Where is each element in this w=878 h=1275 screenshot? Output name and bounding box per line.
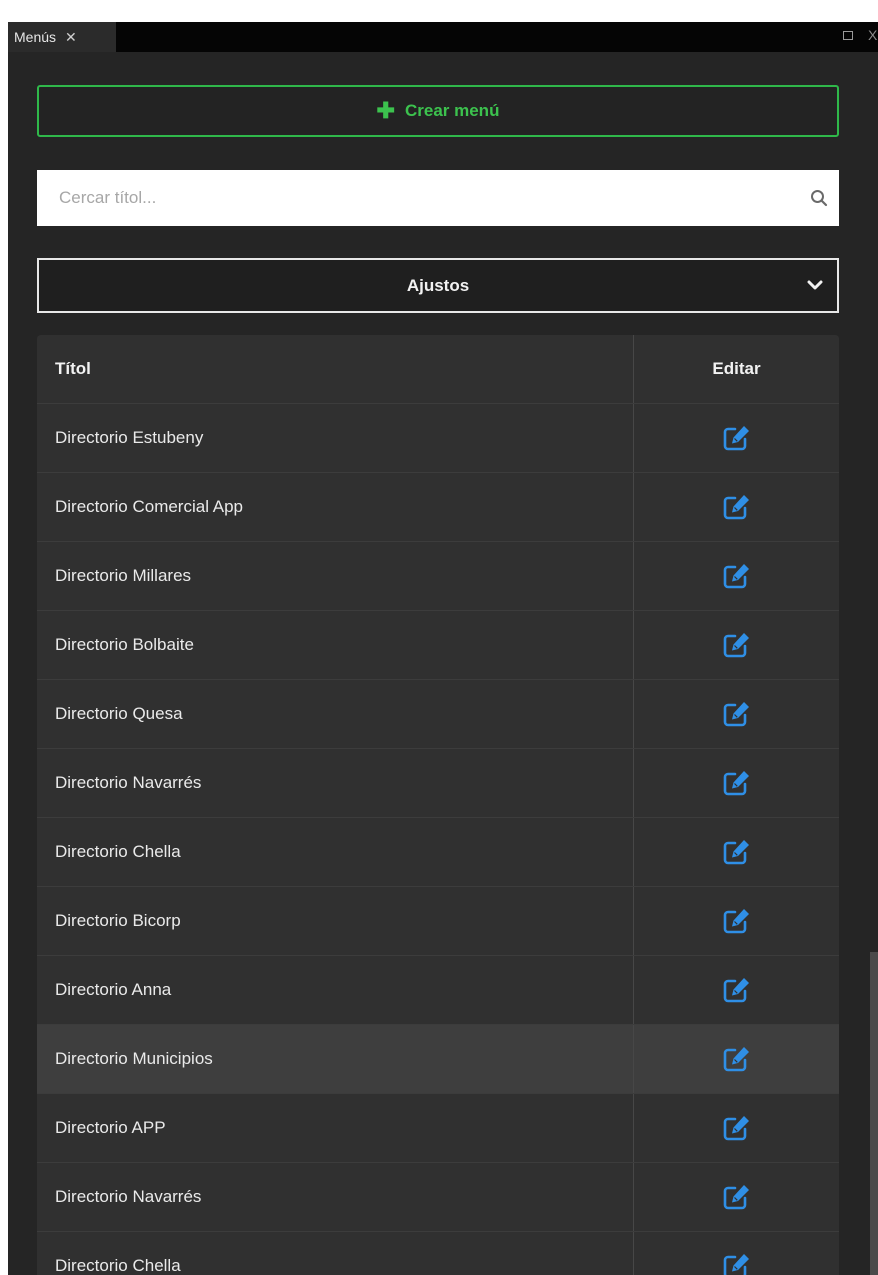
plus-icon: ✚ <box>376 98 395 123</box>
menus-table: Títol Editar Directorio Estubeny Directo… <box>37 335 839 1275</box>
settings-dropdown-value: Ajustos <box>406 275 470 295</box>
edit-button[interactable] <box>721 423 753 453</box>
tab-label: Menús <box>14 29 57 45</box>
table-row: Directorio Anna <box>37 956 839 1025</box>
edit-icon <box>723 426 749 451</box>
row-title: Directorio Bolbaite <box>55 635 194 654</box>
edit-button[interactable] <box>721 1251 753 1275</box>
row-title: Directorio APP <box>55 1118 166 1137</box>
row-title: Directorio Comercial App <box>55 497 244 516</box>
row-edit-cell <box>633 542 839 610</box>
row-edit-cell <box>633 1094 839 1162</box>
table-row: Directorio Estubeny <box>37 404 839 473</box>
edit-button[interactable] <box>721 768 753 798</box>
maximize-icon[interactable] <box>843 31 853 40</box>
row-title: Directorio Estubeny <box>55 428 204 447</box>
table-header-row: Títol Editar <box>37 335 839 404</box>
row-edit-cell <box>633 887 839 955</box>
column-header-title: Títol <box>55 359 91 378</box>
edit-icon <box>723 564 749 589</box>
window-frame-left <box>0 22 8 1275</box>
row-edit-cell <box>633 749 839 817</box>
row-title: Directorio Municipios <box>55 1049 213 1068</box>
row-title: Directorio Chella <box>55 842 181 861</box>
edit-icon <box>723 909 749 934</box>
edit-icon <box>723 1185 749 1210</box>
row-edit-cell <box>633 818 839 886</box>
edit-button[interactable] <box>721 975 753 1005</box>
search-input[interactable] <box>37 170 777 226</box>
edit-button[interactable] <box>721 492 753 522</box>
table-row: Directorio APP <box>37 1094 839 1163</box>
row-title: Directorio Navarrés <box>55 773 202 792</box>
row-edit-cell <box>633 404 839 472</box>
table-row: Directorio Quesa <box>37 680 839 749</box>
row-edit-cell <box>633 1025 839 1093</box>
table-row: Directorio Chella <box>37 818 839 887</box>
table-row: Directorio Chella <box>37 1232 839 1275</box>
table-body: Directorio Estubeny Directorio Comercial… <box>37 404 839 1275</box>
edit-button[interactable] <box>721 561 753 591</box>
edit-button[interactable] <box>721 630 753 660</box>
edit-button[interactable] <box>721 1182 753 1212</box>
edit-icon <box>723 840 749 865</box>
edit-button[interactable] <box>721 1044 753 1074</box>
table-row: Directorio Municipios <box>37 1025 839 1094</box>
create-menu-label: Crear menú <box>404 101 500 120</box>
edit-icon <box>723 702 749 727</box>
screen-top-strip <box>0 0 878 22</box>
table-row: Directorio Bolbaite <box>37 611 839 680</box>
row-edit-cell <box>633 473 839 541</box>
row-title: Directorio Bicorp <box>55 911 181 930</box>
scrollbar[interactable] <box>870 952 878 1275</box>
edit-icon <box>723 1254 749 1275</box>
table-row: Directorio Navarrés <box>37 1163 839 1232</box>
edit-icon <box>723 771 749 796</box>
edit-button[interactable] <box>721 699 753 729</box>
edit-icon <box>723 633 749 658</box>
edit-icon <box>723 1047 749 1072</box>
row-edit-cell <box>633 680 839 748</box>
row-title: Directorio Millares <box>55 566 192 585</box>
row-title: Directorio Quesa <box>55 704 183 723</box>
menus-panel: Menús ✕ X ✚ Crear menú Ajustos Títol Edi… <box>8 22 878 1275</box>
table-row: Directorio Bicorp <box>37 887 839 956</box>
table-row: Directorio Comercial App <box>37 473 839 542</box>
row-edit-cell <box>633 1163 839 1231</box>
search-icon[interactable] <box>809 188 829 208</box>
edit-button[interactable] <box>721 906 753 936</box>
search-box <box>37 170 839 226</box>
edit-button[interactable] <box>721 1113 753 1143</box>
close-icon[interactable]: ✕ <box>65 29 77 46</box>
next-tab-glyph[interactable]: X <box>868 27 877 43</box>
table-row: Directorio Navarrés <box>37 749 839 818</box>
chevron-down-icon <box>807 280 823 290</box>
row-title: Directorio Anna <box>55 980 172 999</box>
row-title: Directorio Chella <box>55 1256 181 1275</box>
row-title: Directorio Navarrés <box>55 1187 202 1206</box>
edit-icon <box>723 978 749 1003</box>
row-edit-cell <box>633 956 839 1024</box>
create-menu-button[interactable]: ✚ Crear menú <box>37 85 839 137</box>
row-edit-cell <box>633 611 839 679</box>
row-edit-cell <box>633 1232 839 1275</box>
settings-dropdown[interactable]: Ajustos <box>37 258 839 313</box>
tab-bar: Menús ✕ X <box>8 22 878 52</box>
tab-menus[interactable]: Menús ✕ <box>8 22 116 52</box>
edit-icon <box>723 495 749 520</box>
table-row: Directorio Millares <box>37 542 839 611</box>
column-header-edit: Editar <box>633 335 839 403</box>
edit-icon <box>723 1116 749 1141</box>
edit-button[interactable] <box>721 837 753 867</box>
